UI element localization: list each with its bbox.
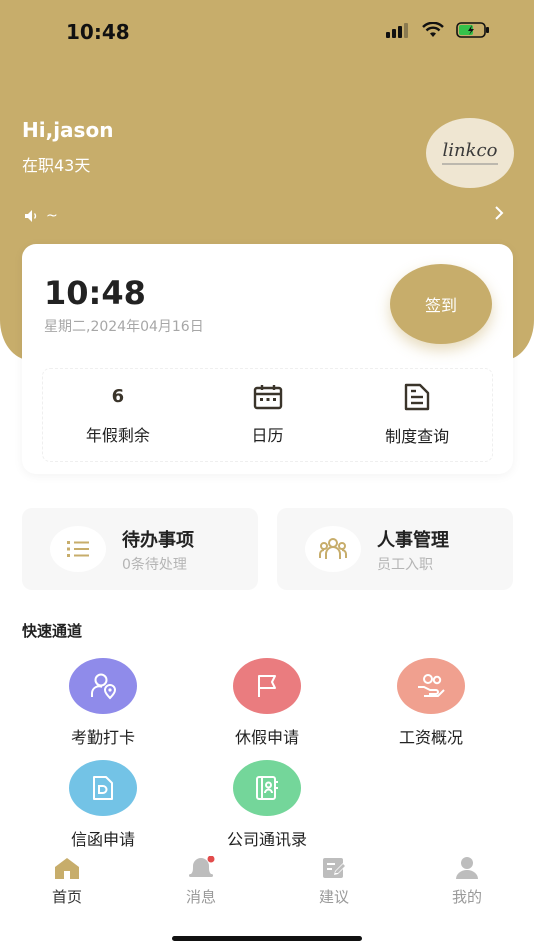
- profile-icon: [456, 857, 478, 879]
- quick-item-label: 信函申请: [70, 830, 135, 849]
- quick-item-label: 考勤打卡: [70, 728, 135, 747]
- tab-label: 消息: [185, 888, 216, 906]
- quick-access-title: 快速通道: [22, 622, 83, 640]
- greeting: Hi,jason: [22, 118, 114, 142]
- quick-item-label: 休假申请: [234, 728, 299, 747]
- chevron-right-icon[interactable]: [494, 206, 504, 220]
- quick-item-label: 工资概况: [398, 728, 463, 747]
- list-icon: [67, 541, 89, 557]
- notice-bar[interactable]: ~: [24, 208, 58, 224]
- tab-home[interactable]: 首页: [27, 856, 107, 907]
- logo-text: linkco: [442, 139, 498, 161]
- home-icon: [55, 858, 79, 879]
- logo-underline: [442, 163, 498, 164]
- shortcut-label: 日历: [251, 426, 284, 445]
- tile-title: 待办事项: [122, 530, 194, 551]
- clock-card: 10:48 星期二,2024年04月16日 签到 6 年假剩余 日历 制度查询: [22, 244, 513, 474]
- quick-item-letter[interactable]: 信函申请: [38, 760, 168, 850]
- tile-title: 人事管理: [377, 530, 449, 551]
- clock-time: 10:48: [44, 274, 146, 312]
- quick-icon-circle: [69, 760, 137, 816]
- shortcut-row: 6 年假剩余 日历 制度查询: [42, 368, 493, 462]
- tab-label: 我的: [451, 888, 482, 906]
- calendar-icon: [253, 385, 282, 410]
- company-logo[interactable]: linkco: [426, 118, 514, 188]
- quick-item-contacts[interactable]: 公司通讯录: [202, 760, 332, 850]
- unread-badge: [207, 856, 215, 863]
- document-icon: [404, 383, 430, 411]
- flag-icon: [258, 675, 276, 697]
- status-time: 10:48: [66, 20, 130, 44]
- annual-leave-count: 6: [111, 386, 125, 407]
- tile-icon-wrap: [50, 526, 106, 572]
- tab-label: 建议: [318, 888, 349, 906]
- quick-icon-circle: [397, 658, 465, 714]
- todo-tile[interactable]: 待办事项 0条待处理: [22, 508, 258, 590]
- tile-subtitle: 员工入职: [377, 557, 433, 573]
- quick-icon-circle: [233, 658, 301, 714]
- status-bar: 10:48: [0, 0, 534, 60]
- status-icons: [386, 22, 490, 38]
- signal-icon: [386, 23, 408, 38]
- tab-label: 首页: [51, 888, 82, 906]
- quick-icon-circle: [69, 658, 137, 714]
- quick-icon-circle: [233, 760, 301, 816]
- letter-icon: [93, 776, 113, 800]
- bell-icon: [189, 856, 215, 877]
- hr-management-tile[interactable]: 人事管理 员工入职: [277, 508, 513, 590]
- tab-suggestions[interactable]: 建议: [294, 856, 374, 907]
- battery-icon: [456, 22, 489, 38]
- notice-text: ~: [46, 208, 58, 224]
- shortcut-label: 年假剩余: [85, 426, 150, 445]
- wifi-icon: [422, 22, 444, 37]
- quick-item-attendance[interactable]: 考勤打卡: [38, 658, 168, 748]
- hand-money-icon: [418, 674, 445, 697]
- edit-icon: [323, 858, 346, 878]
- quick-item-leave[interactable]: 休假申请: [202, 658, 332, 748]
- quick-item-label: 公司通讯录: [226, 830, 307, 849]
- contacts-icon: [256, 776, 278, 800]
- user-location-icon: [91, 673, 117, 700]
- tab-messages[interactable]: 消息: [161, 856, 241, 907]
- tenure-text: 在职43天: [22, 156, 91, 175]
- speaker-icon: [25, 210, 37, 222]
- shortcut-policy[interactable]: 制度查询: [342, 369, 492, 461]
- home-indicator[interactable]: [172, 936, 362, 941]
- checkin-button[interactable]: 签到: [390, 264, 492, 344]
- tile-icon-wrap: [305, 526, 361, 572]
- clock-date: 星期二,2024年04月16日: [44, 319, 204, 335]
- tab-bar: 首页 消息 建议 我的: [0, 850, 534, 950]
- people-icon: [319, 538, 347, 559]
- shortcut-label: 制度查询: [385, 427, 450, 446]
- shortcut-annual-leave[interactable]: 6 年假剩余: [43, 369, 193, 461]
- tile-subtitle: 0条待处理: [122, 557, 187, 573]
- tab-profile[interactable]: 我的: [427, 856, 507, 907]
- shortcut-calendar[interactable]: 日历: [193, 369, 343, 461]
- quick-item-salary[interactable]: 工资概况: [366, 658, 496, 748]
